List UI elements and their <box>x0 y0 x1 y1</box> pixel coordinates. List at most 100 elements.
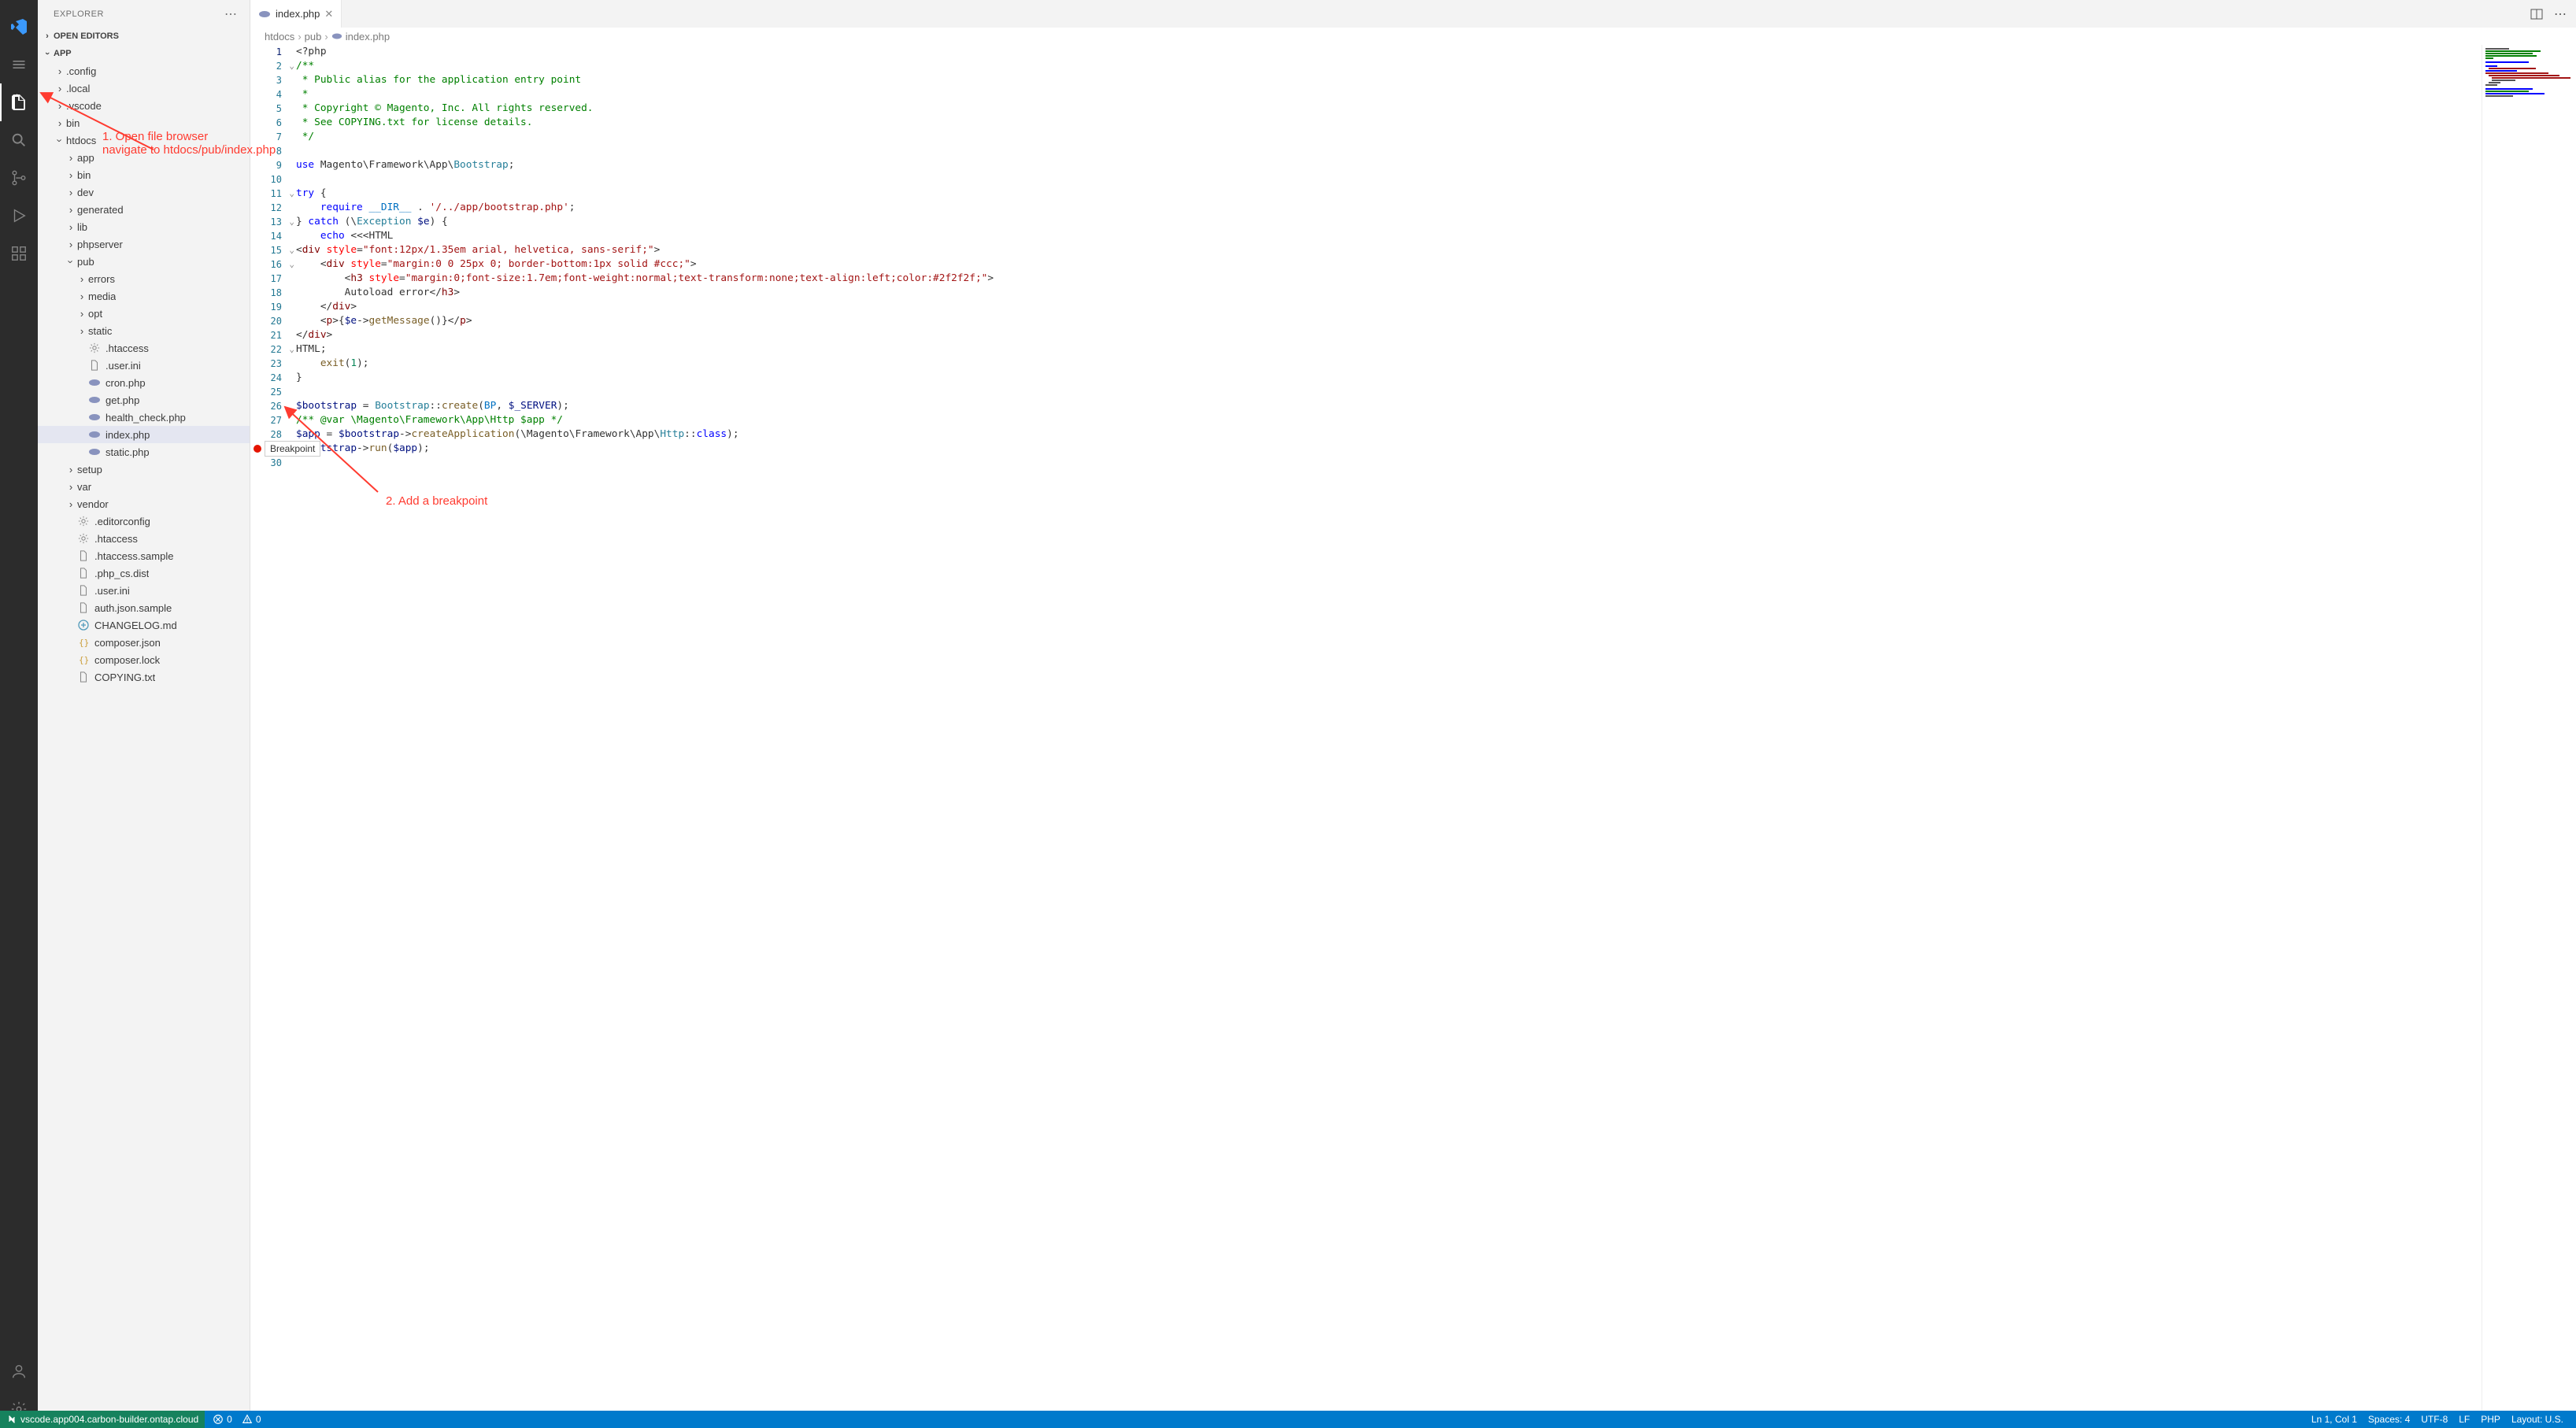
eol[interactable]: LF <box>2459 1414 2470 1425</box>
code-text[interactable]: HTML; <box>296 342 2474 357</box>
code-text[interactable]: try { <box>296 187 2474 201</box>
split-editor-icon[interactable] <box>2530 8 2543 20</box>
problems-warnings[interactable]: 0 <box>242 1414 261 1425</box>
editor-body[interactable]: 1<?php2⌄/**3 * Public alias for the appl… <box>250 45 2576 1428</box>
code-area[interactable]: 1<?php2⌄/**3 * Public alias for the appl… <box>250 45 2474 1428</box>
code-line[interactable]: 24} <box>250 371 2474 385</box>
code-text[interactable]: * <box>296 87 2474 102</box>
code-line[interactable]: 17 <h3 style="margin:0;font-size:1.7em;f… <box>250 272 2474 286</box>
code-line[interactable]: 9use Magento\Framework\App\Bootstrap; <box>250 158 2474 172</box>
folder-bin[interactable]: ›bin <box>38 114 250 131</box>
folder-phpserver[interactable]: ›phpserver <box>38 235 250 253</box>
gutter[interactable]: 14 <box>250 229 296 243</box>
code-text[interactable]: require __DIR__ . '/../app/bootstrap.php… <box>296 201 2474 215</box>
gutter[interactable]: 27 <box>250 413 296 427</box>
code-line[interactable]: 27/** @var \Magento\Framework\App\Http $… <box>250 413 2474 427</box>
code-text[interactable]: * Copyright © Magento, Inc. All rights r… <box>296 102 2474 116</box>
cursor-position[interactable]: Ln 1, Col 1 <box>2311 1414 2357 1425</box>
breadcrumbs[interactable]: htdocs › pub › index.php <box>250 28 2576 45</box>
folder-app[interactable]: ›app <box>38 149 250 166</box>
code-line[interactable]: 6 * See COPYING.txt for license details. <box>250 116 2474 130</box>
code-line[interactable]: 14 echo <<<HTML <box>250 229 2474 243</box>
folder-.config[interactable]: ›.config <box>38 62 250 80</box>
gutter[interactable]: 6 <box>250 116 296 130</box>
code-text[interactable]: $bootstrap = Bootstrap::create(BP, $_SER… <box>296 399 2474 413</box>
code-line[interactable]: 25 <box>250 385 2474 399</box>
gutter[interactable]: 30 <box>250 456 296 470</box>
fold-chevron-icon[interactable]: ⌄ <box>289 187 294 201</box>
code-text[interactable] <box>296 385 2474 399</box>
file-.htaccess[interactable]: .htaccess <box>38 339 250 357</box>
code-line[interactable]: 30 <box>250 456 2474 470</box>
file-.htaccess.sample[interactable]: .htaccess.sample <box>38 547 250 564</box>
fold-chevron-icon[interactable]: ⌄ <box>289 243 294 257</box>
code-text[interactable]: use Magento\Framework\App\Bootstrap; <box>296 158 2474 172</box>
folder-dev[interactable]: ›dev <box>38 183 250 201</box>
encoding[interactable]: UTF-8 <box>2421 1414 2448 1425</box>
breadcrumb-index-php[interactable]: index.php <box>331 31 390 43</box>
file-.editorconfig[interactable]: .editorconfig <box>38 512 250 530</box>
folder-htdocs[interactable]: ›htdocs <box>38 131 250 149</box>
file-index.php[interactable]: index.php <box>38 426 250 443</box>
app-section[interactable]: › APP <box>38 45 250 62</box>
code-line[interactable]: Breakpoint29$bootstrap->run($app); <box>250 442 2474 456</box>
gutter[interactable]: 18 <box>250 286 296 300</box>
code-line[interactable]: 11⌄try { <box>250 187 2474 201</box>
fold-chevron-icon[interactable]: ⌄ <box>289 342 294 357</box>
code-line[interactable]: 16⌄ <div style="margin:0 0 25px 0; borde… <box>250 257 2474 272</box>
folder-vendor[interactable]: ›vendor <box>38 495 250 512</box>
code-line[interactable]: 12 require __DIR__ . '/../app/bootstrap.… <box>250 201 2474 215</box>
file-.php_cs.dist[interactable]: .php_cs.dist <box>38 564 250 582</box>
folder-var[interactable]: ›var <box>38 478 250 495</box>
code-line[interactable]: 22⌄HTML; <box>250 342 2474 357</box>
folder-bin[interactable]: ›bin <box>38 166 250 183</box>
gutter[interactable]: 7 <box>250 130 296 144</box>
vscode-logo-icon[interactable] <box>0 8 38 46</box>
close-icon[interactable]: ✕ <box>324 8 333 20</box>
gutter[interactable]: 3 <box>250 73 296 87</box>
code-line[interactable]: 18 Autoload error</h3> <box>250 286 2474 300</box>
code-text[interactable] <box>296 144 2474 158</box>
extensions-icon[interactable] <box>0 235 38 272</box>
problems-errors[interactable]: 0 <box>213 1414 232 1425</box>
code-text[interactable]: $app = $bootstrap->createApplication(\Ma… <box>296 427 2474 442</box>
folder-static[interactable]: ›static <box>38 322 250 339</box>
code-text[interactable]: </div> <box>296 300 2474 314</box>
folder-media[interactable]: ›media <box>38 287 250 305</box>
code-text[interactable] <box>296 456 2474 470</box>
folder-pub[interactable]: ›pub <box>38 253 250 270</box>
code-line[interactable]: 8 <box>250 144 2474 158</box>
file-COPYING.txt[interactable]: COPYING.txt <box>38 668 250 686</box>
gutter[interactable]: 5 <box>250 102 296 116</box>
code-line[interactable]: 21</div> <box>250 328 2474 342</box>
code-text[interactable] <box>296 172 2474 187</box>
code-line[interactable]: 19 </div> <box>250 300 2474 314</box>
breadcrumb-pub[interactable]: pub <box>305 31 322 43</box>
gutter[interactable]: 8 <box>250 144 296 158</box>
folder-opt[interactable]: ›opt <box>38 305 250 322</box>
accounts-icon[interactable] <box>0 1352 38 1390</box>
code-text[interactable]: } <box>296 371 2474 385</box>
file-.htaccess[interactable]: .htaccess <box>38 530 250 547</box>
file-auth.json.sample[interactable]: auth.json.sample <box>38 599 250 616</box>
source-control-icon[interactable] <box>0 159 38 197</box>
keyboard-layout[interactable]: Layout: U.S. <box>2511 1414 2563 1425</box>
code-text[interactable]: exit(1); <box>296 357 2474 371</box>
gutter[interactable]: 4 <box>250 87 296 102</box>
gutter[interactable]: 11⌄ <box>250 187 296 201</box>
gutter[interactable]: 16⌄ <box>250 257 296 272</box>
fold-chevron-icon[interactable]: ⌄ <box>289 59 294 73</box>
code-line[interactable]: 2⌄/** <box>250 59 2474 73</box>
minimap[interactable] <box>2482 45 2576 1428</box>
gutter[interactable]: 2⌄ <box>250 59 296 73</box>
file-CHANGELOG.md[interactable]: CHANGELOG.md <box>38 616 250 634</box>
gutter[interactable]: 28 <box>250 427 296 442</box>
gutter[interactable]: 12 <box>250 201 296 215</box>
code-line[interactable]: 10 <box>250 172 2474 187</box>
file-health_check.php[interactable]: health_check.php <box>38 409 250 426</box>
code-text[interactable]: <h3 style="margin:0;font-size:1.7em;font… <box>296 272 2474 286</box>
folder-setup[interactable]: ›setup <box>38 461 250 478</box>
folder-errors[interactable]: ›errors <box>38 270 250 287</box>
remote-indicator[interactable]: vscode.app004.carbon-builder.ontap.cloud <box>0 1411 205 1428</box>
gutter[interactable]: 23 <box>250 357 296 371</box>
